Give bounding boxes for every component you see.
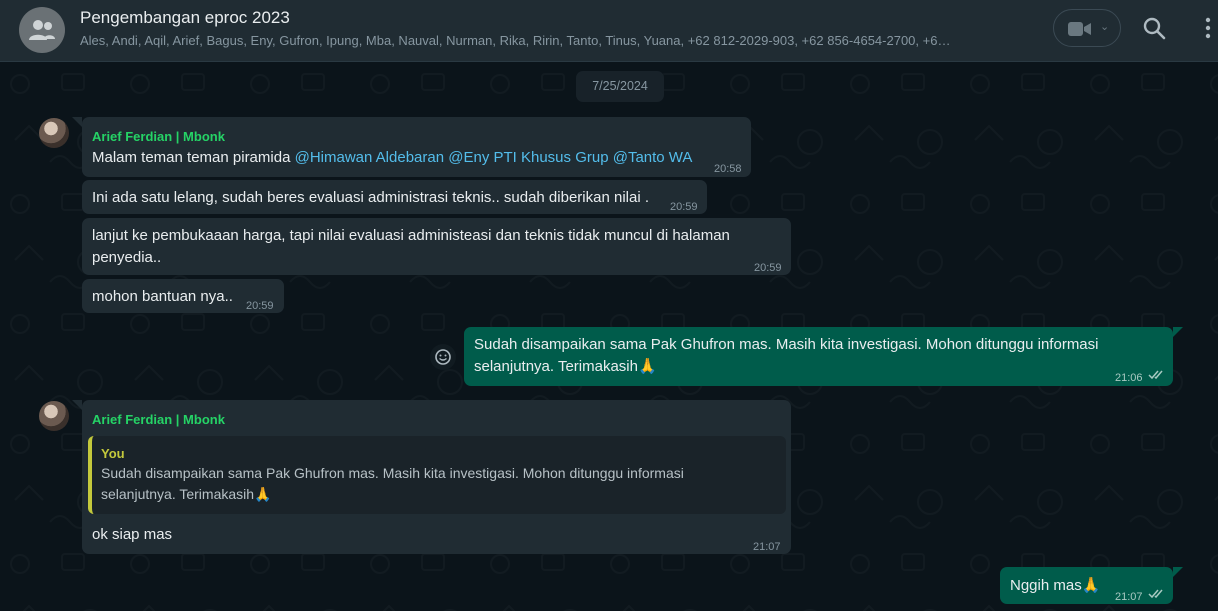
message-bubble-incoming[interactable]: Arief Ferdian | Mbonk You Sudah disampai… xyxy=(82,400,791,554)
message-time: 20:59 xyxy=(670,201,698,213)
avatar[interactable] xyxy=(39,401,69,431)
message-time: 20:59 xyxy=(754,262,782,274)
message-text: Malam teman teman piramida @Himawan Alde… xyxy=(92,147,692,168)
message-bubble-incoming[interactable]: Arief Ferdian | Mbonk Malam teman teman … xyxy=(82,117,751,177)
mention-link[interactable]: @Himawan Aldebaran xyxy=(295,149,444,166)
sender-name[interactable]: Arief Ferdian | Mbonk xyxy=(92,126,225,147)
message-text-line: lanjut ke pembukaaan harga, tapi nilai e… xyxy=(92,227,730,244)
message-bubble-incoming[interactable]: lanjut ke pembukaaan harga, tapi nilai e… xyxy=(82,218,791,275)
double-check-icon xyxy=(1148,589,1163,599)
message-bubble-incoming[interactable]: Ini ada satu lelang, sudah beres evaluas… xyxy=(82,180,707,214)
quoted-author: You xyxy=(101,446,125,461)
message-time: 21:07 xyxy=(753,541,781,553)
double-check-icon xyxy=(1148,370,1163,380)
mention-link[interactable]: @Eny PTI Khusus Grup xyxy=(448,149,608,166)
quoted-text-line: Sudah disampaikan sama Pak Ghufron mas. … xyxy=(101,465,684,481)
message-text: Ini ada satu lelang, sudah beres evaluas… xyxy=(92,189,649,206)
bubble-tail xyxy=(72,400,82,410)
mention-link[interactable]: @Tanto WA xyxy=(613,149,693,166)
video-camera-icon xyxy=(1068,22,1091,36)
group-avatar[interactable] xyxy=(19,7,65,53)
bubble-tail xyxy=(1173,327,1183,337)
message-list[interactable]: 7/25/2024 Arief Ferdian | Mbonk Malam te… xyxy=(0,62,1218,611)
chevron-down-icon: ⌄ xyxy=(1100,21,1110,33)
message-text: mohon bantuan nya.. xyxy=(92,288,233,305)
message-time: 20:58 xyxy=(714,163,742,175)
chat-title[interactable]: Pengembangan eproc 2023 xyxy=(80,8,290,28)
message-text-line: penyedia.. xyxy=(92,249,162,266)
message-bubble-outgoing[interactable]: Sudah disampaikan sama Pak Ghufron mas. … xyxy=(464,327,1173,386)
bubble-tail xyxy=(72,117,82,127)
sender-name[interactable]: Arief Ferdian | Mbonk xyxy=(92,409,225,430)
message-bubble-incoming[interactable]: mohon bantuan nya.. 20:59 xyxy=(82,279,284,313)
search-icon[interactable] xyxy=(1142,16,1168,42)
more-vert-icon[interactable] xyxy=(1202,16,1214,40)
message-text: ok siap mas xyxy=(92,526,173,543)
bubble-tail xyxy=(1173,567,1183,577)
message-time: 21:07 xyxy=(1115,591,1143,603)
group-icon xyxy=(29,20,55,40)
chat-members-list[interactable]: Ales, Andi, Aqil, Arief, Bagus, Eny, Guf… xyxy=(80,33,1020,48)
message-text: Nggih mas🙏 xyxy=(1010,577,1101,594)
avatar[interactable] xyxy=(39,118,69,148)
message-text-line: Sudah disampaikan sama Pak Ghufron mas. … xyxy=(474,336,1099,353)
video-call-button[interactable]: ⌄ xyxy=(1053,9,1121,47)
chat-header: Pengembangan eproc 2023 Ales, Andi, Aqil… xyxy=(0,0,1218,62)
emoji-react-button[interactable] xyxy=(430,344,456,370)
date-divider: 7/25/2024 xyxy=(576,71,664,102)
message-time: 21:06 xyxy=(1115,372,1143,384)
quoted-message[interactable]: You Sudah disampaikan sama Pak Ghufron m… xyxy=(88,436,786,514)
quoted-text-line: selanjutnya. Terimakasih🙏 xyxy=(101,486,272,502)
message-time: 20:59 xyxy=(246,300,274,312)
message-text-plain: Malam teman teman piramida xyxy=(92,149,295,166)
message-text-line: selanjutnya. Terimakasih🙏 xyxy=(474,358,657,375)
quoted-text: Sudah disampaikan sama Pak Ghufron mas. … xyxy=(101,463,771,505)
message-bubble-outgoing[interactable]: Nggih mas🙏 21:07 xyxy=(1000,567,1173,604)
emoji-icon xyxy=(435,349,451,365)
